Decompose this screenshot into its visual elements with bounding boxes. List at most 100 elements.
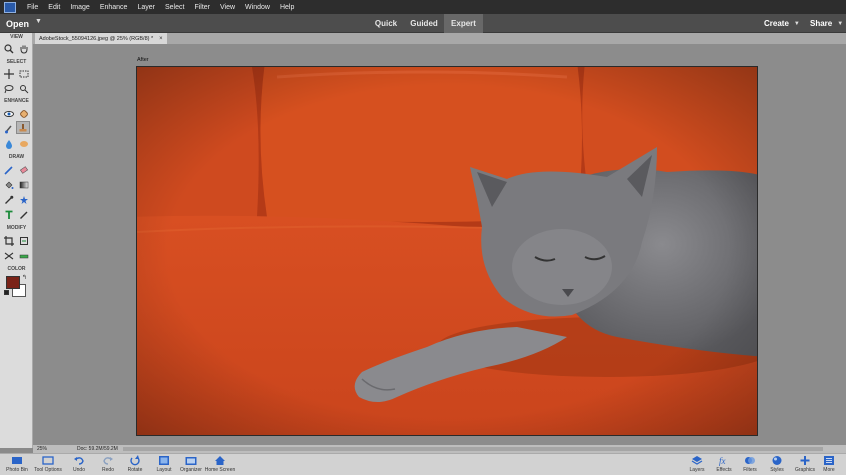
more-label: More — [823, 467, 835, 473]
photo-bin-label: Photo Bin — [6, 467, 28, 473]
home-screen-label: Home Screen — [204, 467, 236, 473]
tool-options-icon — [42, 456, 54, 465]
create-label: Create — [764, 19, 789, 28]
sponge-tool-icon[interactable] — [17, 137, 31, 150]
layout-label: Layout — [156, 467, 172, 473]
section-select: SELECT — [6, 59, 27, 65]
cat-on-sofa-photo — [137, 67, 757, 435]
document-tab-title: AdobeStock_55094126.jpeg @ 25% (RGB/8) * — [39, 35, 154, 42]
custom-shape-tool-icon[interactable] — [17, 193, 31, 206]
share-label: Share — [810, 19, 833, 28]
organizer-label: Organizer — [180, 467, 202, 473]
menu-file[interactable]: File — [22, 4, 43, 11]
brush-tool-icon[interactable] — [2, 163, 16, 176]
more-icon — [824, 456, 834, 465]
default-colors-icon[interactable] — [4, 290, 9, 295]
crop-tool-icon[interactable] — [2, 234, 16, 247]
redo-icon — [103, 457, 113, 465]
home-screen-button[interactable]: Home Screen — [203, 455, 237, 475]
rotate-icon — [130, 455, 140, 466]
foreground-color-swatch[interactable] — [6, 276, 20, 289]
close-icon[interactable]: × — [159, 36, 163, 42]
open-dropdown-icon[interactable]: ▼ — [35, 18, 42, 25]
photo-bin-icon — [12, 457, 22, 464]
section-draw: DRAW — [8, 154, 25, 160]
after-label: After — [137, 57, 149, 63]
share-button[interactable]: Share ▼ — [810, 14, 843, 33]
zoom-level[interactable]: 25% — [37, 446, 47, 452]
pencil-tool-icon[interactable] — [17, 208, 31, 221]
recompose-tool-icon[interactable] — [17, 234, 31, 247]
effects-fx-icon: fx — [719, 456, 726, 466]
horizontal-scrollbar[interactable] — [123, 447, 823, 451]
graphics-plus-icon — [800, 456, 810, 465]
open-button[interactable]: Open — [6, 14, 29, 33]
chevron-down-icon: ▼ — [837, 20, 844, 27]
section-modify: MODIFY — [6, 225, 27, 231]
tab-quick[interactable]: Quick — [370, 14, 402, 33]
styles-icon — [772, 456, 782, 465]
tab-expert[interactable]: Expert — [444, 14, 483, 33]
menu-select[interactable]: Select — [160, 4, 189, 11]
red-eye-tool-icon[interactable] — [2, 107, 16, 120]
layers-label: Layers — [689, 467, 705, 473]
undo-icon — [74, 457, 84, 465]
toolbox: VIEW SELECT ENHANCE DRAW MODIFY COLOR ↰ — [0, 33, 33, 448]
document-tab[interactable]: AdobeStock_55094126.jpeg @ 25% (RGB/8) *… — [35, 33, 167, 44]
menu-bar: File Edit Image Enhance Layer Select Fil… — [0, 0, 846, 14]
move-tool-icon[interactable] — [2, 67, 16, 80]
bottom-panel-bar: Photo Bin Tool Options Undo Redo Rotate … — [0, 453, 846, 475]
layers-icon — [691, 456, 703, 465]
tab-guided[interactable]: Guided — [408, 14, 440, 33]
menu-view[interactable]: View — [215, 4, 240, 11]
redo-label: Redo — [102, 467, 114, 473]
chevron-down-icon: ▼ — [793, 20, 800, 27]
app-logo-icon — [4, 1, 16, 13]
section-enhance: ENHANCE — [4, 98, 29, 104]
create-button[interactable]: Create ▼ — [764, 14, 800, 33]
blur-tool-icon[interactable] — [2, 137, 16, 150]
quick-selection-tool-icon[interactable] — [17, 82, 31, 95]
menu-filter[interactable]: Filter — [189, 4, 215, 11]
clone-stamp-tool-icon[interactable] — [16, 121, 30, 134]
menu-layer[interactable]: Layer — [132, 4, 160, 11]
menu-enhance[interactable]: Enhance — [95, 4, 133, 11]
mode-bar: Open ▼ Quick Guided Expert Create ▼ Share… — [0, 14, 846, 33]
menu-image[interactable]: Image — [65, 4, 94, 11]
content-aware-move-tool-icon[interactable] — [2, 249, 16, 262]
type-tool-icon[interactable] — [2, 208, 16, 221]
menu-help[interactable]: Help — [275, 4, 299, 11]
document-image[interactable] — [136, 66, 758, 436]
photo-bin-button[interactable]: Photo Bin — [0, 455, 34, 475]
home-icon — [215, 456, 225, 465]
section-color: COLOR — [7, 266, 26, 272]
spot-healing-tool-icon[interactable] — [17, 107, 31, 120]
graphics-label: Graphics — [794, 467, 815, 473]
straighten-tool-icon[interactable] — [17, 249, 31, 262]
styles-label: Styles — [770, 467, 784, 473]
marquee-tool-icon[interactable] — [17, 67, 31, 80]
lasso-tool-icon[interactable] — [2, 82, 16, 95]
undo-label: Undo — [73, 467, 85, 473]
eraser-tool-icon[interactable] — [17, 163, 31, 176]
document-tab-bar: AdobeStock_55094126.jpeg @ 25% (RGB/8) *… — [33, 33, 846, 44]
menu-edit[interactable]: Edit — [43, 4, 65, 11]
rotate-label: Rotate — [127, 467, 143, 473]
color-picker-tool-icon[interactable] — [2, 193, 16, 206]
section-view: VIEW — [10, 34, 23, 40]
canvas-area[interactable]: After — [33, 44, 846, 445]
hand-tool-icon[interactable] — [17, 42, 31, 55]
svg-text:fx: fx — [719, 456, 726, 466]
zoom-tool-icon[interactable] — [2, 42, 16, 55]
tool-options-button[interactable]: Tool Options — [31, 455, 65, 475]
gradient-tool-icon[interactable] — [17, 178, 31, 191]
paint-bucket-tool-icon[interactable] — [2, 178, 16, 191]
document-size: Doc: 59.2M/59.2M — [77, 446, 118, 452]
organizer-icon — [185, 457, 197, 465]
layout-icon — [159, 456, 169, 465]
smart-brush-tool-icon[interactable] — [2, 122, 16, 135]
menu-window[interactable]: Window — [240, 4, 275, 11]
more-button[interactable]: More — [814, 455, 844, 475]
swap-colors-icon[interactable]: ↰ — [22, 274, 27, 281]
filters-icon — [745, 457, 755, 464]
